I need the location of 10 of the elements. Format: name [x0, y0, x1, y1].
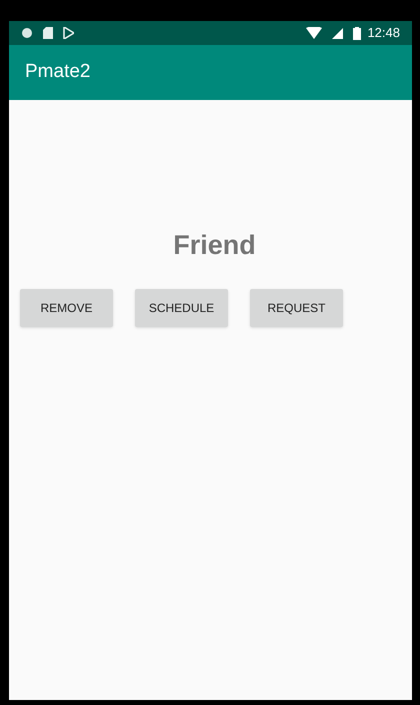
action-button[interactable]: SCHEDULE	[135, 288, 228, 326]
action-button[interactable]: REQUEST	[250, 288, 343, 326]
battery-icon	[353, 26, 362, 40]
friend-heading: Friend	[173, 229, 256, 262]
clock-time: 12:48	[367, 24, 400, 42]
wifi-icon	[306, 27, 322, 39]
circle-icon	[21, 27, 33, 39]
action-button[interactable]: REMOVE	[20, 288, 113, 326]
app-title: Pmate2	[25, 60, 90, 84]
signal-icon	[332, 28, 344, 38]
